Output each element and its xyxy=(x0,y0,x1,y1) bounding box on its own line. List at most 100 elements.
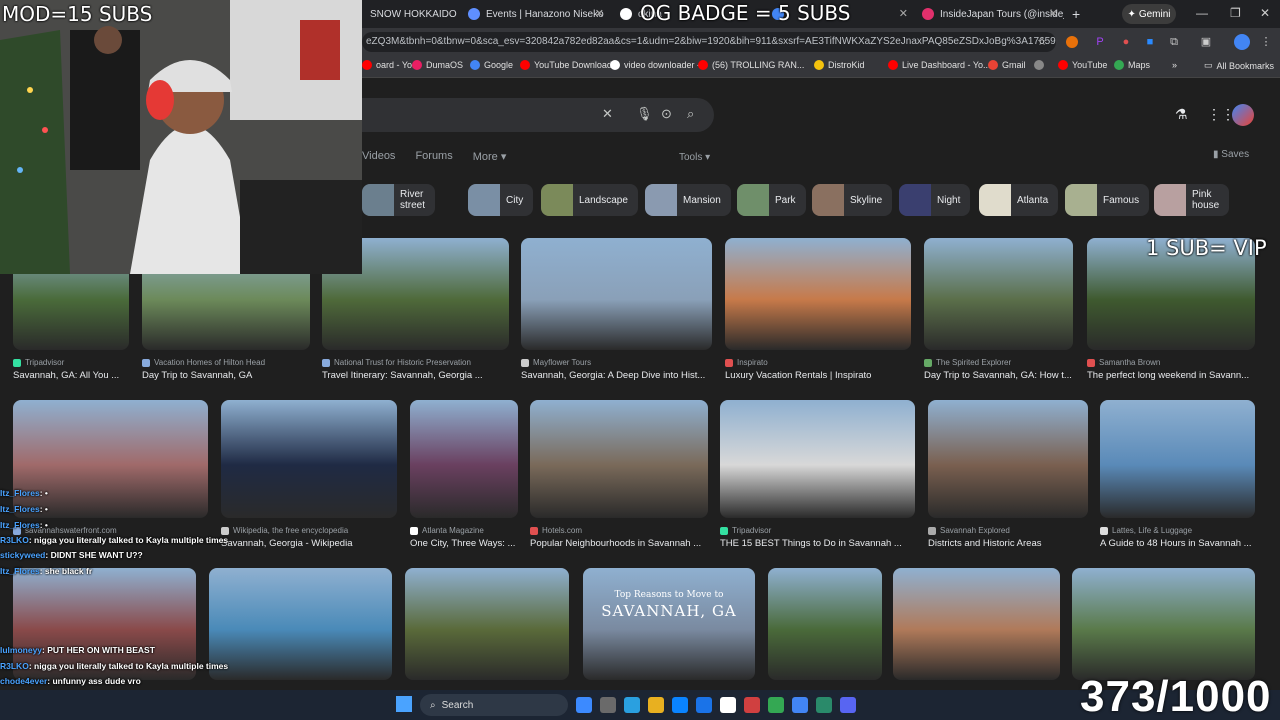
profile-icon[interactable] xyxy=(1234,34,1250,50)
result-title[interactable]: THE 15 BEST Things to Do in Savannah ... xyxy=(720,538,915,549)
filter-chip[interactable]: Park xyxy=(737,184,806,216)
bookmark-item[interactable]: oard - Yo... xyxy=(362,60,420,70)
image-result[interactable]: Tripadvisor THE 15 BEST Things to Do in S… xyxy=(720,400,915,554)
all-bookmarks[interactable]: ▭ All Bookmarks xyxy=(1204,60,1274,71)
result-title[interactable]: Day Trip to Savannah, GA xyxy=(142,370,310,381)
menu-icon[interactable]: ⋮ xyxy=(1258,34,1274,50)
clear-icon[interactable]: ✕ xyxy=(602,106,613,122)
bookmark-item[interactable]: DumaOS xyxy=(412,60,463,70)
filter-chip[interactable]: River street xyxy=(362,184,435,216)
image-result[interactable]: Atlanta Magazine One City, Three Ways: ..… xyxy=(410,400,518,554)
tools-button[interactable]: Tools ▾ xyxy=(679,152,710,163)
result-title[interactable]: Savannah, GA: All You ... xyxy=(13,370,129,381)
image-result[interactable]: Savannah Explored Districts and Historic … xyxy=(928,400,1088,554)
search-box[interactable]: ✕ 🎙 ⊙ ⌕ xyxy=(330,98,714,132)
taskbar-app-icon[interactable] xyxy=(816,697,832,713)
bookmark-item[interactable]: video downloader -... xyxy=(610,60,708,70)
bookmarks-overflow[interactable]: » xyxy=(1172,60,1177,70)
filter-chip[interactable]: Landscape xyxy=(541,184,638,216)
nav-videos[interactable]: Videos xyxy=(362,150,395,163)
filter-chip[interactable]: Famous xyxy=(1065,184,1150,216)
taskbar-app-icon[interactable] xyxy=(744,697,760,713)
puzzle-icon[interactable]: ⧉ xyxy=(1166,34,1182,50)
taskbar-app-icon[interactable] xyxy=(768,697,784,713)
result-title[interactable]: One City, Three Ways: ... xyxy=(410,538,518,549)
taskbar-app-icon[interactable] xyxy=(792,697,808,713)
result-source[interactable]: Savannah Explored xyxy=(928,526,1088,535)
result-thumbnail[interactable] xyxy=(725,238,911,350)
bookmark-item[interactable] xyxy=(1034,60,1048,70)
result-source[interactable]: Mayflower Tours xyxy=(521,358,712,367)
taskbar-app-icon[interactable] xyxy=(648,697,664,713)
image-result[interactable]: Mayflower Tours Savannah, Georgia: A Deep… xyxy=(521,238,712,386)
extension-icon[interactable]: ■ xyxy=(1142,34,1158,50)
result-title[interactable]: Districts and Historic Areas xyxy=(928,538,1088,549)
bookmark-item[interactable]: (56) TROLLING RAN... xyxy=(698,60,804,70)
result-title[interactable]: Travel Itinerary: Savannah, Georgia ... xyxy=(322,370,509,381)
result-thumbnail[interactable] xyxy=(720,400,915,518)
bookmark-item[interactable]: Live Dashboard - Yo... xyxy=(888,60,991,70)
bookmark-item[interactable]: Google xyxy=(470,60,513,70)
star-icon[interactable]: ☆ xyxy=(1034,34,1050,50)
result-title[interactable]: Popular Neighbourhoods in Savannah ... xyxy=(530,538,708,549)
result-source[interactable]: National Trust for Historic Preservation xyxy=(322,358,509,367)
result-title[interactable]: Day Trip to Savannah, GA: How t... xyxy=(924,370,1073,381)
result-thumbnail[interactable] xyxy=(924,238,1073,350)
result-title[interactable]: Savannah, Georgia: A Deep Dive into Hist… xyxy=(521,370,712,381)
filter-chip[interactable]: Atlanta xyxy=(979,184,1059,216)
avatar[interactable] xyxy=(1232,104,1254,126)
result-thumbnail[interactable] xyxy=(405,568,569,680)
result-thumbnail[interactable] xyxy=(410,400,518,518)
result-source[interactable]: Lattes, Life & Luggage xyxy=(1100,526,1255,535)
close-icon[interactable]: ✕ xyxy=(1049,7,1058,20)
image-result[interactable]: Inspirato Luxury Vacation Rentals | Inspi… xyxy=(725,238,911,386)
tab-snow-hokkaido[interactable]: SNOW HOKKAIDO xyxy=(362,2,462,26)
minimize-icon[interactable]: — xyxy=(1196,6,1208,20)
taskbar-search[interactable]: ⌕ Search xyxy=(420,694,568,716)
result-source[interactable]: Samantha Brown xyxy=(1087,358,1255,367)
filter-chip[interactable]: Mansion xyxy=(645,184,731,216)
bookmark-item[interactable]: Maps xyxy=(1114,60,1150,70)
result-thumbnail[interactable] xyxy=(530,400,708,518)
microphone-icon[interactable]: 🎙 xyxy=(636,106,653,122)
address-bar[interactable]: eZQ3M&tbnh=0&tbnw=0&sca_esv=320842a782ed… xyxy=(362,32,1056,52)
result-thumbnail[interactable] xyxy=(893,568,1060,680)
result-source[interactable]: Inspirato xyxy=(725,358,911,367)
result-source[interactable]: The Spirited Explorer xyxy=(924,358,1073,367)
maximize-icon[interactable]: ❐ xyxy=(1230,6,1241,20)
close-window-icon[interactable]: ✕ xyxy=(1260,6,1270,20)
result-thumbnail[interactable] xyxy=(928,400,1088,518)
bookmark-item[interactable]: YouTube xyxy=(1058,60,1107,70)
result-source[interactable]: Tripadvisor xyxy=(720,526,915,535)
tab-events-hanazono[interactable]: Events | Hanazono Niseko ✕ xyxy=(460,2,610,26)
filter-chip[interactable]: Pink house xyxy=(1154,184,1230,216)
tab-insidejapan[interactable]: InsideJapan Tours (@insideja ✕ xyxy=(914,2,1064,26)
labs-icon[interactable]: ⚗ xyxy=(1175,106,1188,123)
result-title[interactable]: A Guide to 48 Hours in Savannah ... xyxy=(1100,538,1255,549)
result-thumbnail[interactable] xyxy=(521,238,712,350)
taskbar-app-icon[interactable] xyxy=(576,697,592,713)
close-icon[interactable]: ✕ xyxy=(899,7,908,20)
close-icon[interactable]: ✕ xyxy=(595,7,604,20)
taskbar-app-icon[interactable] xyxy=(840,697,856,713)
taskbar-app-icon[interactable] xyxy=(624,697,640,713)
bookmark-item[interactable]: Gmail xyxy=(988,60,1026,70)
taskbar-app-icon[interactable] xyxy=(696,697,712,713)
result-thumbnail[interactable] xyxy=(768,568,882,680)
filter-chip[interactable]: Night xyxy=(899,184,971,216)
result-source[interactable]: Atlanta Magazine xyxy=(410,526,518,535)
nav-forums[interactable]: Forums xyxy=(415,150,452,163)
result-source[interactable]: Hotels.com xyxy=(530,526,708,535)
filter-chip[interactable]: City xyxy=(468,184,534,216)
image-result[interactable]: Hotels.com Popular Neighbourhoods in Sava… xyxy=(530,400,708,554)
result-thumbnail[interactable] xyxy=(1100,400,1255,518)
extension-icon[interactable] xyxy=(1066,36,1078,48)
image-result[interactable]: Lattes, Life & Luggage A Guide to 48 Hour… xyxy=(1100,400,1255,554)
filter-chip[interactable]: Skyline xyxy=(812,184,893,216)
result-title[interactable]: The perfect long weekend in Savann... xyxy=(1087,370,1255,381)
taskbar-app-icon[interactable] xyxy=(672,697,688,713)
extension-icon[interactable]: P xyxy=(1092,34,1108,50)
lens-icon[interactable]: ⊙ xyxy=(661,106,672,122)
result-source[interactable]: Tripadvisor xyxy=(13,358,129,367)
bookmark-item[interactable]: YouTube Download... xyxy=(520,60,619,70)
